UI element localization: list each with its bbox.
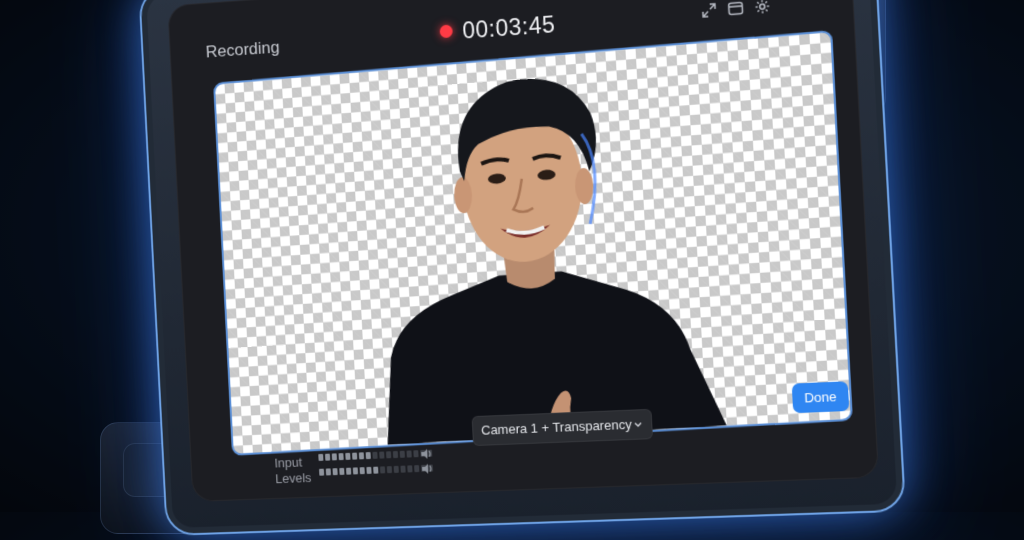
chevron-down-icon [633,419,644,429]
subject-cutout [215,32,851,454]
level-segment [366,452,371,459]
level-segment [352,453,357,460]
expand-icon[interactable] [700,2,717,19]
input-levels-label-line1: Input [274,455,302,471]
level-segment [400,466,405,473]
level-segment [400,451,405,458]
window-icon[interactable] [727,0,744,17]
done-button[interactable]: Done [792,381,850,413]
level-segment [373,467,378,474]
speaker-icon [421,463,433,475]
input-levels-label-line2: Levels [275,470,312,486]
level-segment [380,466,385,473]
level-segment [333,468,338,475]
level-segment [332,453,337,460]
recording-window-stage: Recording 00:03:45 Done Input Levels Cam… [10,0,1024,529]
level-segment [386,451,391,458]
level-segment [414,465,419,472]
level-segment [387,466,392,473]
speaker-icon [420,448,432,460]
level-segment [407,450,412,457]
level-segment [407,465,412,472]
level-segment [393,451,398,458]
gear-icon[interactable] [754,0,771,15]
camera-source-value: Camera 1 + Transparency [480,410,632,446]
camera-preview [213,30,853,456]
level-segment [379,452,384,459]
level-segment [372,452,377,459]
level-segment [319,469,324,476]
level-segment [413,450,418,457]
level-segment [339,468,344,475]
level-segment [346,468,351,475]
level-segment [318,454,323,461]
level-segment [353,467,358,474]
level-segment [394,466,399,473]
level-segment [325,454,330,461]
level-segment [345,453,350,460]
level-segment [366,467,371,474]
level-segment [359,452,364,459]
level-segment [360,467,365,474]
level-segment [339,453,344,460]
level-segment [326,468,331,475]
